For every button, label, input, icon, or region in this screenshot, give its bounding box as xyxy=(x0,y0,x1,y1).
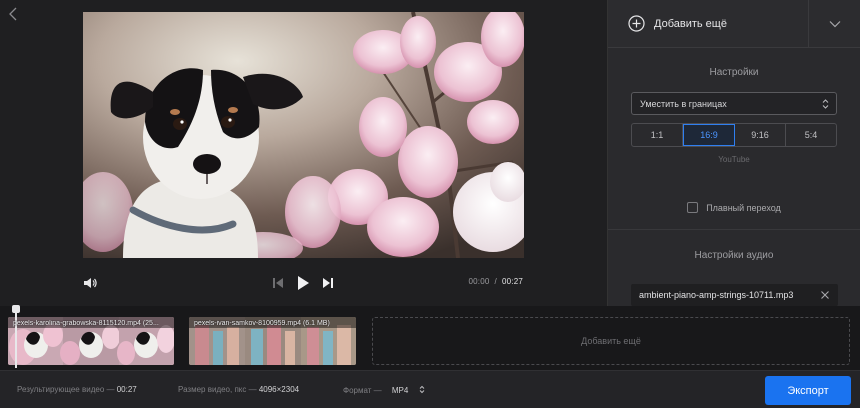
time-separator: / xyxy=(494,277,497,286)
video-size-value: 4096×2304 xyxy=(258,385,300,394)
add-more-row: Добавить ещё xyxy=(608,0,860,48)
footer-bar: Результирующее видео — 00:27 Размер виде… xyxy=(0,370,860,408)
aspect-ratio-group: 1:1 16:9 9:16 5:4 xyxy=(631,123,837,147)
clip-label: pexels-ivan-samkov-8100959.mp4 (6.1 MB) xyxy=(194,320,330,327)
export-button[interactable]: Экспорт xyxy=(765,376,851,405)
format-label: Формат — xyxy=(343,386,382,395)
add-more-dropdown-button[interactable] xyxy=(808,0,860,48)
smooth-transition-checkbox[interactable] xyxy=(687,202,699,213)
preview-area: 00:00 / 00:27 xyxy=(0,0,607,306)
smooth-transition-label: Плавный переход xyxy=(706,202,781,213)
video-preview[interactable] xyxy=(83,12,524,258)
format-value: MP4 xyxy=(391,386,409,395)
ratio-1-1[interactable]: 1:1 xyxy=(632,124,683,146)
video-size-label: Размер видео, пкс — xyxy=(178,385,257,394)
chevron-down-icon xyxy=(829,15,841,33)
settings-title: Настройки xyxy=(709,67,759,78)
audio-file-name: ambient-piano-amp-strings-10711.mp3 xyxy=(639,290,794,300)
ratio-16-9[interactable]: 16:9 xyxy=(683,124,735,146)
back-arrow-icon[interactable] xyxy=(6,6,22,22)
result-duration-value: 00:27 xyxy=(116,385,137,394)
timeline-clip[interactable]: pexels-ivan-samkov-8100959.mp4 (6.1 MB) xyxy=(189,317,356,365)
settings-panel: Добавить ещё Настройки Уместить в границ… xyxy=(607,0,860,306)
timeline: pexels-karolina-grabowska-8115120.mp4 (2… xyxy=(0,305,860,370)
volume-icon[interactable] xyxy=(82,275,98,291)
audio-track[interactable]: ambient-piano-amp-strings-10711.mp3 xyxy=(631,284,838,306)
add-more-label: Добавить ещё xyxy=(654,17,727,30)
add-more-dropzone[interactable]: Добавить ещё xyxy=(372,317,850,365)
ratio-hint: YouTube xyxy=(718,155,750,164)
result-duration: Результирующее видео — 00:27 xyxy=(17,385,137,394)
close-icon[interactable] xyxy=(820,290,830,300)
clip-label: pexels-karolina-grabowska-8115120.mp4 (2… xyxy=(13,320,159,327)
time-duration: 00:27 xyxy=(501,277,523,286)
fit-mode-value: Уместить в границах xyxy=(640,99,727,109)
playhead[interactable] xyxy=(12,305,20,368)
format-select[interactable]: MP4 xyxy=(384,385,425,395)
video-size: Размер видео, пкс — 4096×2304 xyxy=(178,385,299,394)
select-arrows-icon xyxy=(419,385,425,394)
player-controls: 00:00 / 00:27 xyxy=(0,266,607,300)
timecode: 00:00 / 00:27 xyxy=(469,277,524,286)
audio-settings-title: Настройки аудио xyxy=(694,250,774,261)
next-icon[interactable] xyxy=(320,275,336,291)
plus-circle-icon xyxy=(628,15,645,32)
time-current: 00:00 xyxy=(468,277,490,286)
play-icon[interactable] xyxy=(294,274,312,292)
previous-icon[interactable] xyxy=(270,275,286,291)
divider xyxy=(608,229,860,230)
fit-mode-select[interactable]: Уместить в границах xyxy=(631,92,837,115)
format: Формат — MP4 xyxy=(343,385,425,395)
ratio-5-4[interactable]: 5:4 xyxy=(786,124,836,146)
timeline-clip[interactable]: pexels-karolina-grabowska-8115120.mp4 (2… xyxy=(8,317,174,365)
smooth-transition-row: Плавный переход xyxy=(608,202,860,213)
add-more-button[interactable]: Добавить ещё xyxy=(608,0,808,48)
select-arrows-icon xyxy=(822,98,829,110)
result-duration-label: Результирующее видео — xyxy=(17,385,115,394)
ratio-9-16[interactable]: 9:16 xyxy=(735,124,786,146)
